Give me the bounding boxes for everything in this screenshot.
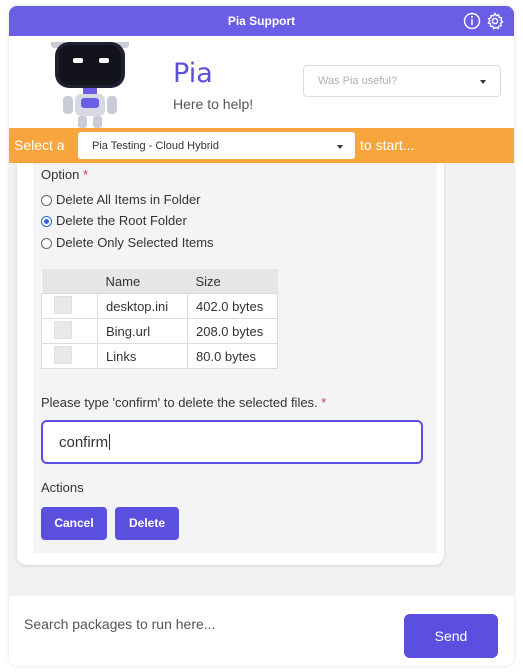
info-circle-icon[interactable] [463,12,481,30]
selector-suffix: to start... [360,137,415,153]
required-mark: * [82,167,88,182]
titlebar: Pia Support [9,6,514,36]
confirm-input[interactable]: confirm [41,420,423,464]
row-checkbox[interactable] [54,345,72,364]
radio-button[interactable] [41,216,52,227]
assistant-name: Pia [173,58,213,89]
selector-prefix: Select a [14,137,65,153]
feedback-select[interactable]: Was Pia useful? [303,65,501,97]
header: Pia Here to help! Was Pia useful? [9,36,514,128]
chevron-down-icon [337,145,343,149]
row-checkbox-cell[interactable] [41,293,98,319]
confirm-input-text: confirm [59,434,109,451]
pia-support-window: Pia Support Pia Here to help! Was Pia us… [9,6,514,666]
table-row[interactable]: Bing.url 208.0 bytes [41,318,278,344]
chevron-down-icon [480,80,486,84]
confirm-input-value: confirm [59,434,111,451]
confirm-label-text: Please type 'confirm' to delete the sele… [41,395,318,410]
option-label-text: Option [41,167,80,182]
command-bar: Search packages to run here... Send [9,596,514,666]
radio-option-delete-all[interactable]: Delete All Items in Folder [41,192,201,210]
row-checkbox-cell[interactable] [41,318,98,344]
form-card: Option * Delete All Items in Folder Dele… [17,163,444,565]
radio-option-delete-root[interactable]: Delete the Root Folder [41,213,187,231]
package-select-value: Pia Testing - Cloud Hybrid [92,140,219,152]
confirm-label: Please type 'confirm' to delete the sele… [41,395,326,410]
radio-button[interactable] [41,195,52,206]
radio-option-delete-selected[interactable]: Delete Only Selected Items [41,235,214,253]
select-column-header [41,269,98,294]
table-row[interactable]: desktop.ini 402.0 bytes [41,293,278,319]
files-table: Name Size desktop.ini 402.0 bytes Bing.u… [41,269,278,369]
pia-robot-logo [51,42,129,128]
required-mark: * [321,395,327,410]
form-panel: Option * Delete All Items in Folder Dele… [33,163,437,553]
column-header-size: Size [187,269,278,294]
table-header-row: Name Size [41,269,278,294]
row-checkbox[interactable] [54,295,72,314]
column-header-name: Name [97,269,188,294]
package-selector-bar: Select a Pia Testing - Cloud Hybrid to s… [9,128,514,163]
file-name: Bing.url [97,318,188,344]
cancel-button[interactable]: Cancel [41,507,107,540]
gear-icon[interactable] [486,12,504,30]
delete-button[interactable]: Delete [115,507,179,540]
file-name: desktop.ini [97,293,188,319]
row-checkbox-cell[interactable] [41,343,98,369]
file-size: 80.0 bytes [187,343,278,369]
feedback-select-placeholder: Was Pia useful? [318,75,398,87]
file-size: 402.0 bytes [187,293,278,319]
file-size: 208.0 bytes [187,318,278,344]
window-title: Pia Support [227,14,296,28]
radio-label: Delete All Items in Folder [56,192,201,207]
option-label: Option * [41,167,88,182]
send-button[interactable]: Send [404,614,498,658]
radio-label: Delete Only Selected Items [56,235,214,250]
package-select[interactable]: Pia Testing - Cloud Hybrid [78,132,355,159]
table-row[interactable]: Links 80.0 bytes [41,343,278,369]
radio-label: Delete the Root Folder [56,213,187,228]
text-cursor [109,434,111,450]
file-name: Links [97,343,188,369]
radio-button[interactable] [41,238,52,249]
row-checkbox[interactable] [54,320,72,339]
actions-label: Actions [41,480,84,495]
assistant-subtitle: Here to help! [173,96,254,112]
package-search-input[interactable]: Search packages to run here... [24,616,215,632]
